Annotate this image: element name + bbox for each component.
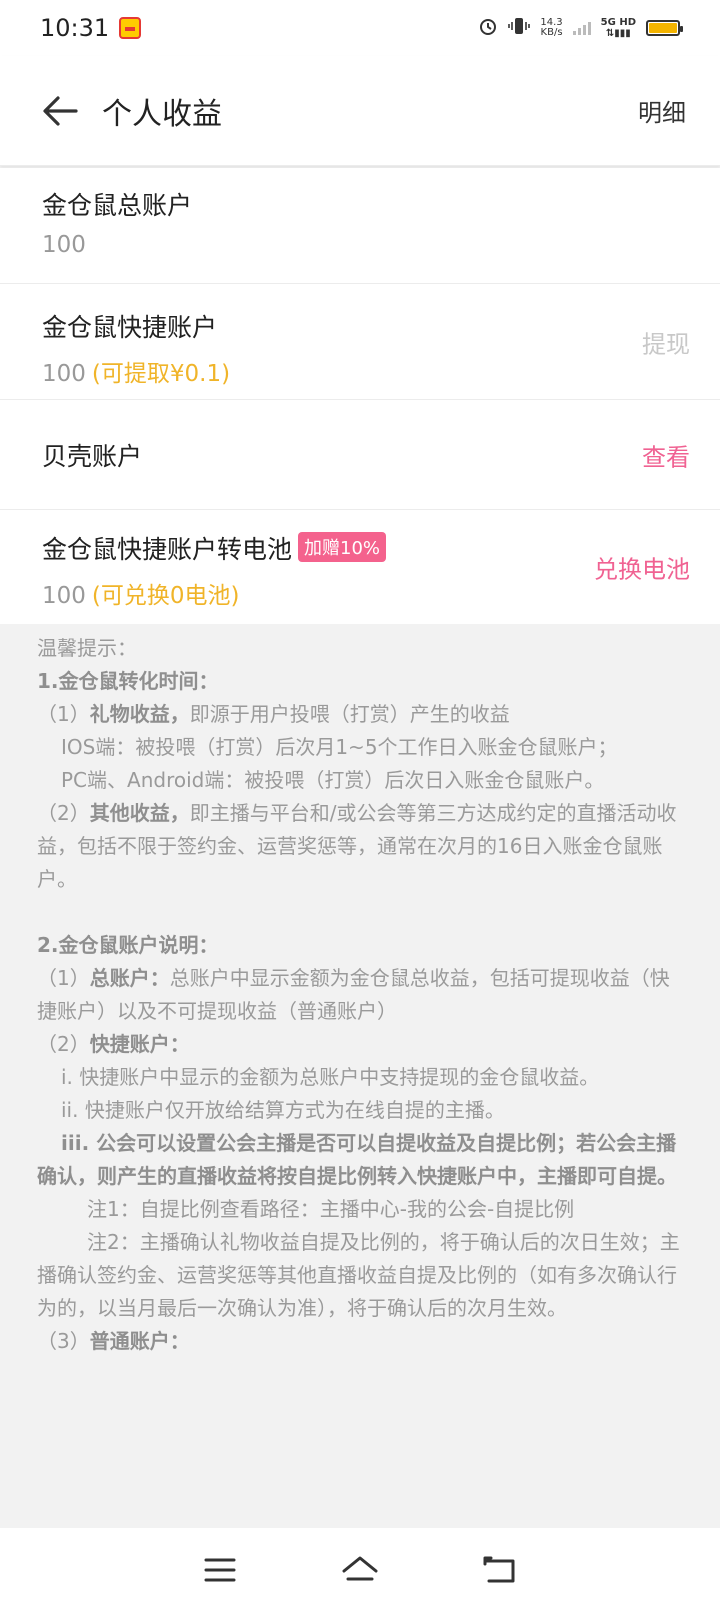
menu-key[interactable] [197,1550,243,1590]
detail-button[interactable]: 明细 [638,93,686,128]
network-indicator: 5G HD ⇅▮▮▮ [601,17,636,39]
account-value: 100 [42,232,86,258]
tips-note: 注1：自提比例查看路径：主播中心-我的公会-自提比例 [87,1197,575,1221]
exchangeable-hint: (可兑换0电池) [91,583,240,609]
return-icon [483,1556,515,1583]
arrow-left-icon [43,95,78,126]
withdrawable-hint: (可提取¥0.1) [91,361,231,387]
tips-section: 温馨提示： 1.金仓鼠转化时间： （1）礼物收益，即源于用户投喂（打赏）产生的收… [0,624,720,1524]
account-amount: 100 [42,583,86,609]
bonus-badge: 加赠10% [298,532,387,562]
tips-paragraph: （2）其他收益，即主播与平台和/或公会等第三方达成约定的直播活动收益，包括不限于… [37,801,677,891]
signal-icon [572,21,591,35]
account-title-text: 金仓鼠快捷账户转电池 [42,535,293,564]
account-total: 金仓鼠总账户 100 [0,168,720,284]
account-quick: 金仓鼠快捷账户 100 (可提取¥0.1) 提现 [0,284,720,400]
tips-section-title: 1.金仓鼠转化时间： [37,669,219,693]
status-right: 14.3 KB/s 5G HD ⇅▮▮▮ [478,16,683,40]
tips-paragraph: PC端、Android端：被投喂（打赏）后次日入账金仓鼠账户。 [61,768,605,792]
exchange-battery-button[interactable]: 兑换电池 [594,550,690,585]
menu-icon [204,1558,236,1582]
battery-icon [646,20,683,36]
tips-paragraph: IOS端：被投喂（打赏）后次月1~5个工作日入账金仓鼠账户； [61,735,618,759]
status-time: 10:31 [40,14,110,42]
page-title: 个人收益 [102,96,222,132]
app-notification-icon [119,17,142,39]
home-key[interactable] [337,1550,383,1590]
tips-heading: 温馨提示： [37,636,137,660]
status-left: 10:31 [40,14,142,42]
tips-paragraph: （1）礼物收益，即源于用户投喂（打赏）产生的收益 [37,702,510,726]
account-value: 100 (可提取¥0.1) [42,354,720,388]
account-list: 金仓鼠总账户 100 金仓鼠快捷账户 100 (可提取¥0.1) 提现 贝壳账户 … [0,168,720,624]
net-speed: 14.3 KB/s [540,18,562,38]
vibrate-icon [508,16,531,40]
account-shell[interactable]: 贝壳账户 查看 [0,400,720,510]
account-title: 贝壳账户 [42,441,143,471]
tips-note: 注2：主播确认礼物收益自提及比例的，将于确认后的次日生效；主播确认签约金、运营奖… [37,1230,680,1320]
battery-level [649,23,677,33]
tips-paragraph: i. 快捷账户中显示的金额为总账户中支持提现的金仓鼠收益。 [61,1065,600,1089]
header-bar: 个人收益 明细 [0,56,720,166]
account-title: 金仓鼠快捷账户 [42,313,218,342]
account-battery-exchange: 金仓鼠快捷账户转电池 加赠10% 100 (可兑换0电池) 兑换电池 [0,510,720,624]
tips-paragraph: （2）快捷账户： [37,1032,190,1056]
system-nav-bar [0,1528,720,1612]
net-speed-unit: KB/s [540,27,563,38]
withdraw-button[interactable]: 提现 [642,324,690,359]
tips-section-title: 2.金仓鼠账户说明： [37,933,219,957]
status-bar: 10:31 14.3 KB/s 5G HD ⇅▮▮▮ [0,0,720,56]
tips-paragraph: （3）普通账户： [37,1329,190,1353]
account-title: 金仓鼠总账户 [42,191,193,220]
home-icon [342,1556,378,1581]
data-arrows-icon: ⇅▮▮▮ [605,28,631,39]
tips-paragraph: iii. 公会可以设置公会主播是否可以自提收益及自提比例；若公会主播确认，则产生… [37,1131,677,1188]
back-key[interactable] [477,1550,523,1590]
back-button[interactable] [30,81,90,141]
view-button[interactable]: 查看 [642,437,690,472]
tips-paragraph: （1）总账户：总账户中显示金额为金仓鼠总收益，包括可提现收益（快捷账户）以及不可… [37,966,670,1023]
account-amount: 100 [42,361,86,387]
alarm-icon [478,16,498,40]
network-type: 5G HD [600,17,636,28]
tips-paragraph: ii. 快捷账户仅开放给结算方式为在线自提的主播。 [61,1098,505,1122]
